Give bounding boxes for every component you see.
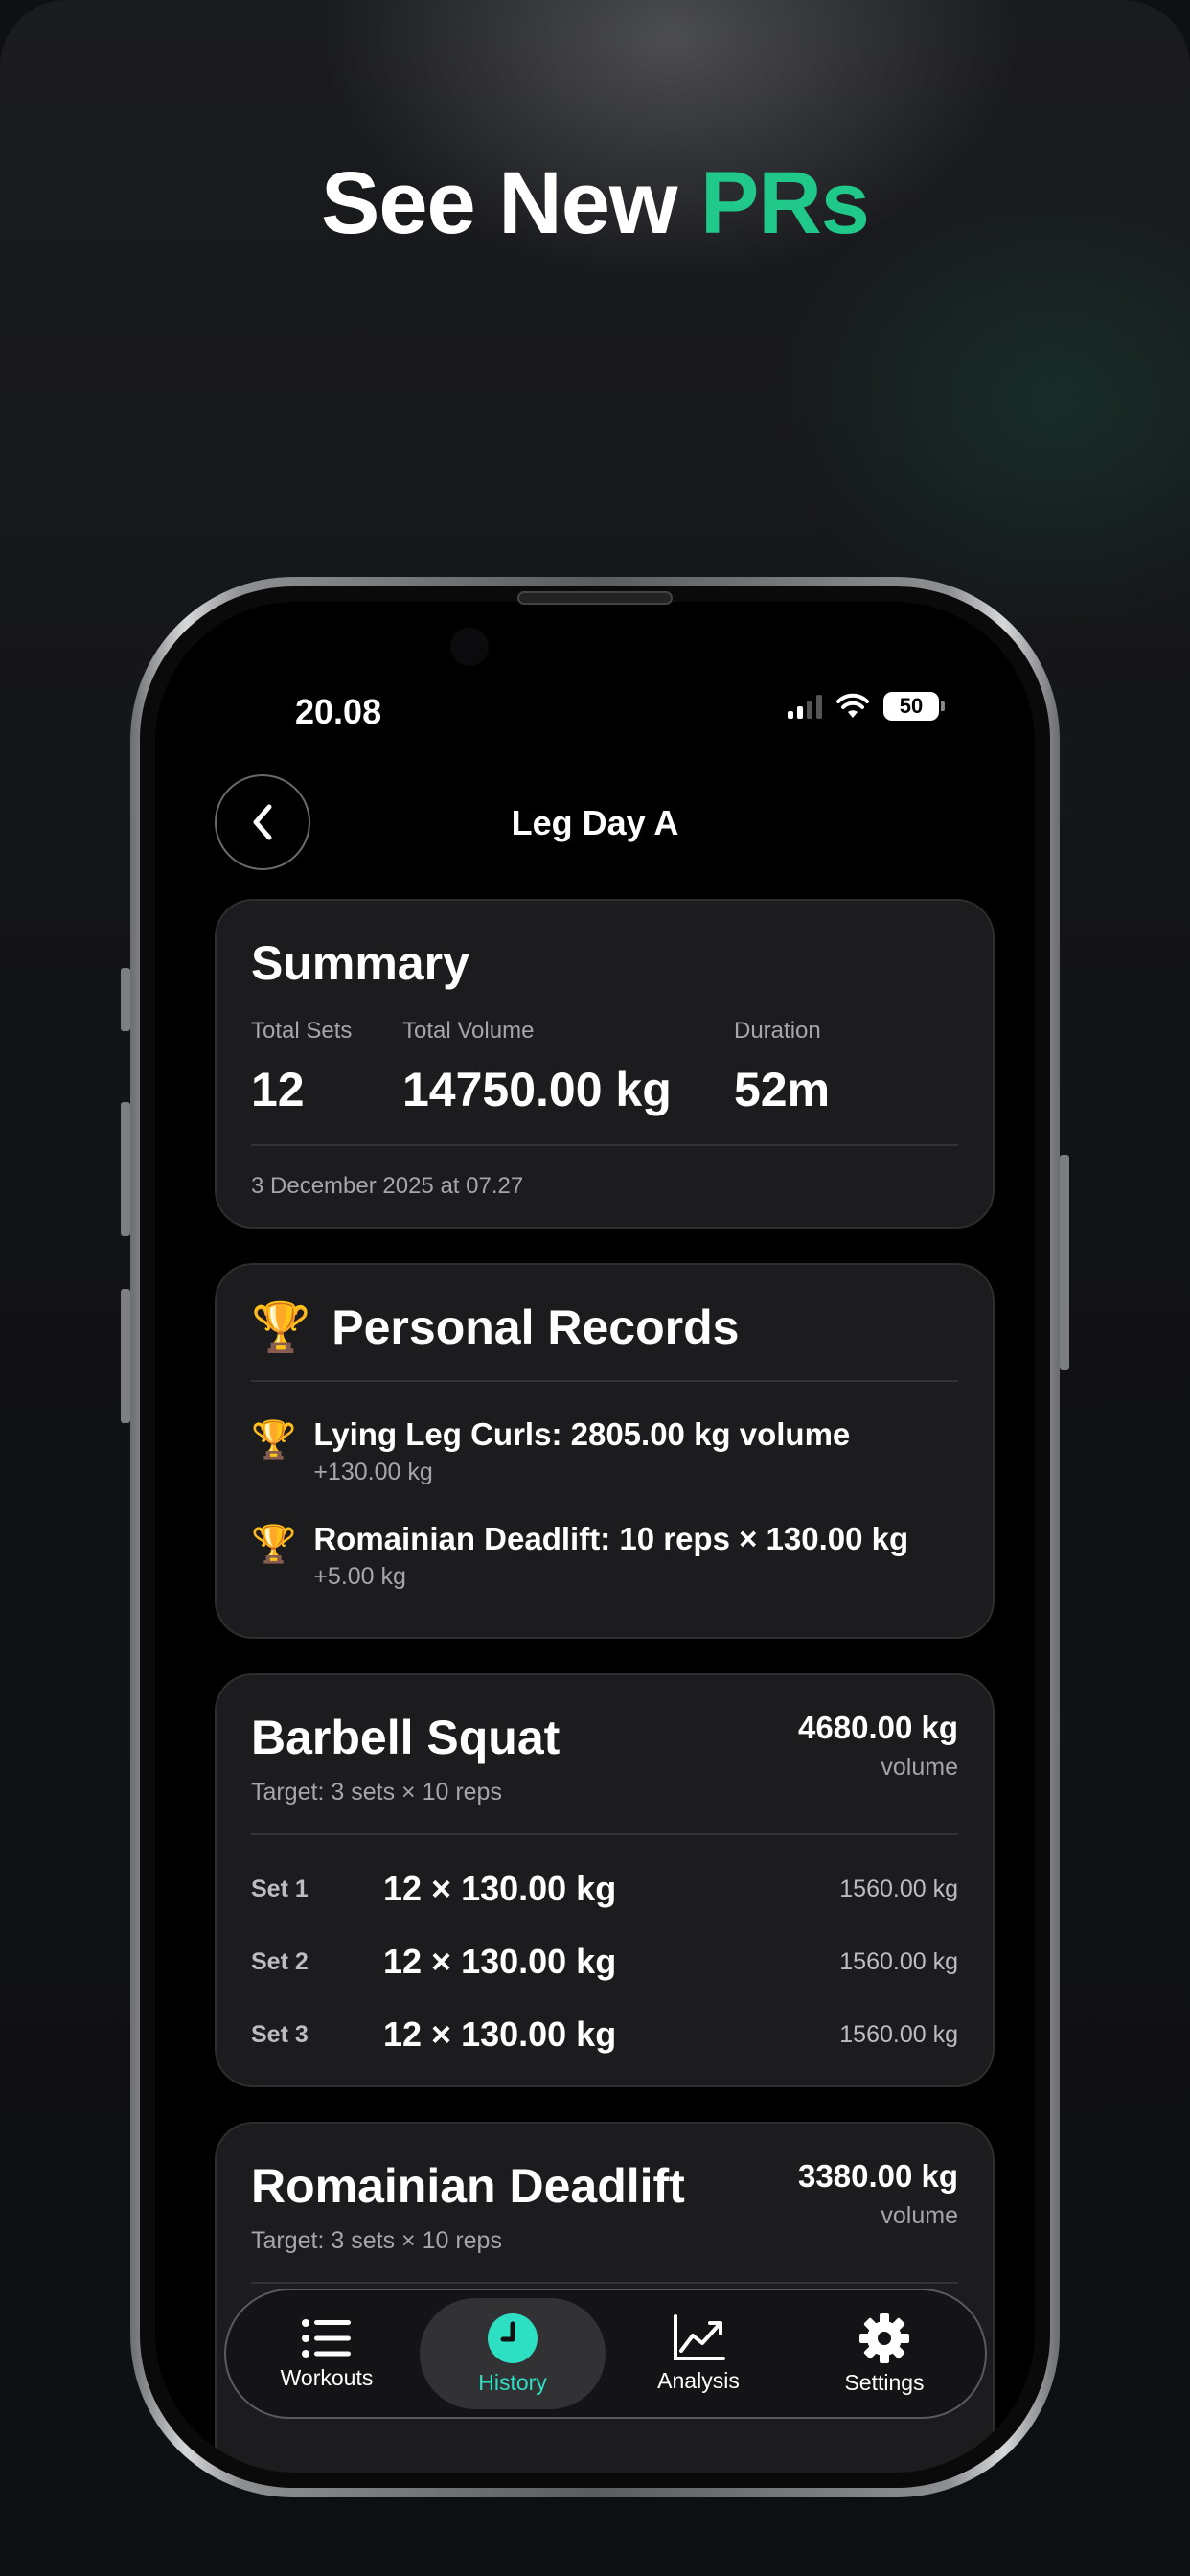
pr-delta: +5.00 kg xyxy=(313,1563,406,1590)
exercise-volume-value: 3380.00 kg xyxy=(798,2158,958,2194)
set-volume: 1560.00 kg xyxy=(839,2020,958,2048)
stat-value: 14750.00 kg xyxy=(402,1063,672,1116)
exercise-volume-label: volume xyxy=(881,1754,958,1781)
trophy-icon: 🏆 xyxy=(251,1300,311,1354)
exercise-header: Romainian Deadlift Target: 3 sets × 10 r… xyxy=(251,2158,958,2255)
page-title: Leg Day A xyxy=(511,803,679,842)
stat-duration: Duration 52m xyxy=(734,1018,830,1117)
tab-settings[interactable]: Settings xyxy=(791,2298,977,2409)
exercise-target: Target: 3 sets × 10 reps xyxy=(251,2227,502,2254)
stat-value: 52m xyxy=(734,1063,831,1116)
exercise-header: Barbell Squat Target: 3 sets × 10 reps 4… xyxy=(251,1710,958,1806)
tab-analysis[interactable]: Analysis xyxy=(606,2298,791,2409)
tab-label: Settings xyxy=(844,2369,925,2395)
divider xyxy=(251,2282,958,2284)
status-icons: 50 xyxy=(788,692,945,721)
volume-down-button xyxy=(121,1289,130,1423)
exercise-volume: 4680.00 kg volume xyxy=(798,1710,958,1782)
headline-text: See New xyxy=(321,154,677,252)
signal-icon xyxy=(788,694,822,719)
headline-accent-text: PRs xyxy=(700,154,870,252)
app-screen: 20.08 50 Leg Day A Summary Total Sets 12… xyxy=(155,602,1035,2472)
exercise-name: Barbell Squat xyxy=(251,1711,561,1764)
set-volume: 1560.00 kg xyxy=(839,1947,958,1975)
battery-icon: 50 xyxy=(883,692,945,721)
tab-label: Analysis xyxy=(657,2367,740,2393)
set-row: Set 2 12 × 130.00 kg 1560.00 kg xyxy=(251,1925,958,1998)
pr-delta: +130.00 kg xyxy=(313,1459,433,1485)
chart-line-icon xyxy=(674,2313,725,2360)
stat-label: Total Sets xyxy=(251,1018,353,1044)
promo-headline: See New PRs xyxy=(0,153,1190,254)
stat-total-sets: Total Sets 12 xyxy=(251,1018,402,1117)
trophy-icon: 🏆 xyxy=(251,1525,297,1565)
phone-frame: 20.08 50 Leg Day A Summary Total Sets 12… xyxy=(130,577,1060,2497)
workout-date: 3 December 2025 at 07.27 xyxy=(251,1173,524,1199)
pr-title: Lying Leg Curls: 2805.00 kg volume xyxy=(313,1416,851,1452)
phone-bezel: 20.08 50 Leg Day A Summary Total Sets 12… xyxy=(140,586,1050,2488)
divider xyxy=(251,1144,958,1146)
silent-switch xyxy=(121,968,130,1031)
exercise-volume-value: 4680.00 kg xyxy=(798,1710,958,1745)
set-label: Set 1 xyxy=(251,1874,309,1902)
stat-label: Total Volume xyxy=(402,1018,535,1044)
exercise-volume-label: volume xyxy=(881,2202,958,2229)
pr-item: 🏆 Romainian Deadlift: 10 reps × 130.00 k… xyxy=(251,1521,958,1591)
tab-label: Workouts xyxy=(280,2364,374,2390)
tab-label: History xyxy=(478,2369,547,2395)
stat-total-volume: Total Volume 14750.00 kg xyxy=(402,1018,734,1117)
set-work: 12 × 130.00 kg xyxy=(383,1869,617,1908)
set-row: Set 1 12 × 130.00 kg 1560.00 kg xyxy=(251,1852,958,1925)
exercise-card[interactable]: Barbell Squat Target: 3 sets × 10 reps 4… xyxy=(215,1673,995,2087)
tab-bar: Workouts History Analysis Settings xyxy=(224,2288,987,2419)
personal-records-title: Personal Records xyxy=(332,1300,740,1354)
summary-title: Summary xyxy=(251,936,469,990)
divider xyxy=(251,1380,958,1382)
gear-icon xyxy=(859,2312,909,2363)
set-row: Set 3 12 × 130.00 kg 1560.00 kg xyxy=(251,1998,958,2071)
set-volume: 1560.00 kg xyxy=(839,1874,958,1902)
front-camera xyxy=(450,628,489,666)
stat-label: Duration xyxy=(734,1018,821,1044)
list-icon xyxy=(302,2318,351,2358)
exercise-target: Target: 3 sets × 10 reps xyxy=(251,1779,502,1806)
volume-up-button xyxy=(121,1102,130,1236)
status-time: 20.08 xyxy=(295,692,382,731)
trophy-icon: 🏆 xyxy=(251,1420,297,1460)
exercise-name: Romainian Deadlift xyxy=(251,2159,685,2213)
summary-stats: Total Sets 12 Total Volume 14750.00 kg D… xyxy=(251,1018,958,1117)
pr-title: Romainian Deadlift: 10 reps × 130.00 kg xyxy=(313,1521,909,1556)
tab-history[interactable]: History xyxy=(420,2298,606,2409)
wifi-icon xyxy=(836,693,869,718)
set-work: 12 × 130.00 kg xyxy=(383,1942,617,1981)
personal-records-header: 🏆 Personal Records xyxy=(251,1300,958,1355)
tab-workouts[interactable]: Workouts xyxy=(234,2298,420,2409)
exercise-volume: 3380.00 kg volume xyxy=(798,2158,958,2230)
summary-card: Summary Total Sets 12 Total Volume 14750… xyxy=(215,899,995,1229)
divider xyxy=(251,1833,958,1835)
personal-records-card: 🏆 Personal Records 🏆 Lying Leg Curls: 28… xyxy=(215,1263,995,1639)
stat-value: 12 xyxy=(251,1063,305,1116)
pr-item: 🏆 Lying Leg Curls: 2805.00 kg volume +13… xyxy=(251,1416,958,1486)
set-label: Set 2 xyxy=(251,1947,309,1975)
clock-icon xyxy=(488,2312,538,2363)
set-label: Set 3 xyxy=(251,2020,309,2048)
power-button xyxy=(1060,1155,1069,1370)
earpiece xyxy=(517,591,673,605)
set-work: 12 × 130.00 kg xyxy=(383,2014,617,2054)
